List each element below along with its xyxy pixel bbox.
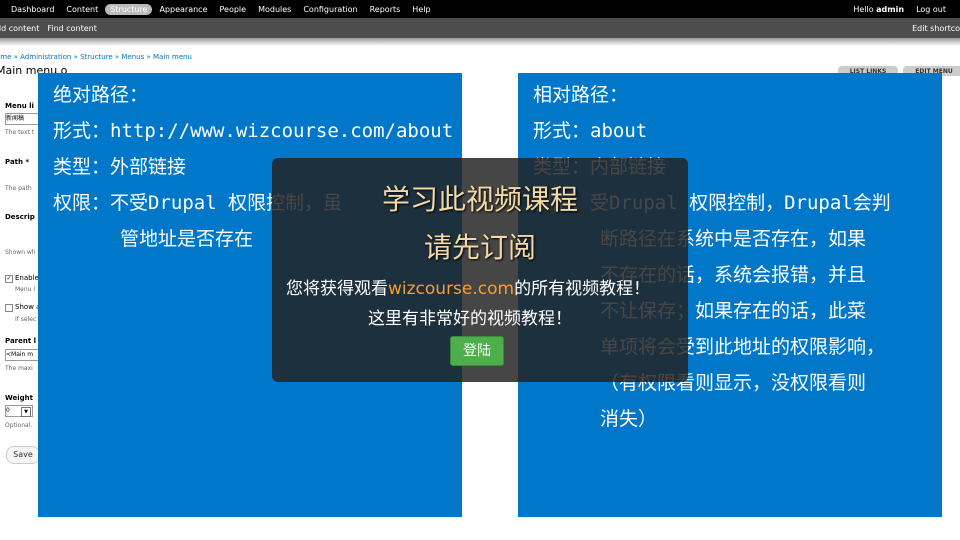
menu-link-title-label: Menu li (5, 102, 34, 110)
show-expanded-label: Show a (15, 303, 41, 311)
absolute-path-form: 形式：http://www.wizcourse.com/about (53, 120, 454, 142)
admin-menu: Dashboard Content Structure Appearance P… (6, 0, 436, 18)
menu-item-modules[interactable]: Modules (253, 4, 296, 15)
menu-item-people[interactable]: People (215, 4, 252, 15)
menu-link-title-desc: The text t (5, 129, 35, 136)
enabled-checkbox[interactable]: ✓ (5, 275, 13, 283)
menu-item-configuration[interactable]: Configuration (298, 4, 362, 15)
username-link[interactable]: admin (876, 5, 904, 14)
login-button[interactable]: 登陆 (450, 336, 504, 366)
weight-value: 0 (6, 407, 10, 414)
logout-link[interactable]: Log out (916, 5, 946, 14)
absolute-path-heading: 绝对路径： (53, 84, 149, 106)
chevron-down-icon: ▼ (21, 407, 31, 417)
find-content-shortcut[interactable]: Find content (47, 24, 97, 33)
toolbar-shadow (0, 38, 960, 46)
overlay-line-1: 您将获得观看wizcourse.com的所有视频教程！ (286, 279, 651, 299)
relative-path-permission-cont-6: 消失） (600, 408, 658, 430)
menu-item-appearance[interactable]: Appearance (154, 4, 212, 15)
weight-desc: Optional. (5, 422, 33, 429)
shortcuts-bar: dd content Find content Edit shortco (0, 18, 960, 38)
menu-item-reports[interactable]: Reports (365, 4, 406, 15)
enabled-label: Enable (15, 274, 39, 282)
user-area: Hello admin Log out (853, 0, 946, 18)
menu-item-help[interactable]: Help (407, 4, 435, 15)
parent-link-desc: The maxi (5, 365, 33, 372)
breadcrumb[interactable]: ome » Administration » Structure » Menus… (0, 53, 192, 61)
overlay-subtitle: 请先订阅 (423, 231, 536, 264)
enabled-desc: Menu l (15, 286, 36, 293)
path-label: Path * (5, 158, 30, 166)
menu-item-dashboard[interactable]: Dashboard (6, 4, 59, 15)
menu-item-structure[interactable]: Structure (105, 3, 153, 15)
site-link[interactable]: wizcourse.com (388, 279, 514, 299)
edit-shortcuts-link[interactable]: Edit shortco (912, 24, 960, 33)
admin-toolbar: Dashboard Content Structure Appearance P… (0, 0, 960, 18)
show-expanded-desc: If selec (15, 316, 37, 323)
hello-text: Hello admin (853, 4, 905, 14)
description-label: Descrip (5, 213, 35, 221)
weight-select[interactable]: 0 ▼ (5, 405, 33, 417)
add-content-shortcut[interactable]: dd content (0, 24, 39, 33)
save-button[interactable]: Save (6, 446, 40, 464)
parent-link-label: Parent l (5, 337, 37, 345)
weight-label: Weight (5, 394, 33, 402)
parent-link-select[interactable]: <Main m (5, 349, 41, 361)
relative-path-heading: 相对路径： (533, 84, 629, 106)
description-desc: Shown wh (5, 249, 36, 256)
overlay-title: 学习此视频课程 (381, 183, 578, 216)
menu-item-content[interactable]: Content (61, 4, 103, 15)
relative-path-form: 形式：about (533, 120, 648, 142)
subscribe-overlay: 学习此视频课程 请先订阅 您将获得观看wizcourse.com的所有视频教程！… (272, 158, 688, 382)
show-expanded-checkbox[interactable] (5, 304, 13, 312)
overlay-line-2: 这里有非常好的视频教程！ (368, 309, 572, 329)
path-desc: The path (5, 185, 32, 192)
